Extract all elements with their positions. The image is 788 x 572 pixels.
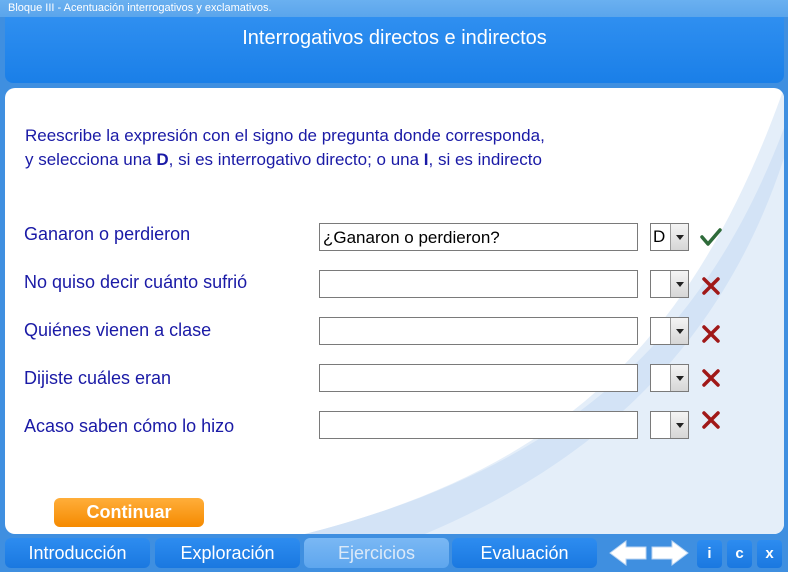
instructions-text: y selecciona una (25, 150, 157, 169)
answer-input[interactable] (319, 223, 638, 251)
chevron-down-icon[interactable] (670, 365, 688, 391)
letter-d: D (156, 150, 169, 169)
instructions-line-2: y selecciona una D, si es interrogativo … (25, 148, 545, 172)
info-button[interactable]: i (697, 540, 722, 568)
instructions: Reescribe la expresión con el signo de p… (25, 124, 545, 172)
answer-input[interactable] (319, 364, 638, 392)
x-mark-icon (702, 277, 720, 295)
row-label: No quiso decir cuánto sufrió (24, 272, 248, 292)
instructions-line-1: Reescribe la expresión con el signo de p… (25, 126, 545, 145)
row-label: Quiénes vienen a clase (24, 320, 212, 340)
tab-exploracion[interactable]: Exploración (155, 538, 300, 568)
type-select[interactable] (650, 317, 689, 345)
x-mark-icon (702, 325, 720, 343)
tab-introduccion[interactable]: Introducción (5, 538, 150, 568)
tab-evaluacion[interactable]: Evaluación (452, 538, 597, 568)
x-mark-icon (702, 369, 720, 387)
type-select-value: D (653, 227, 666, 246)
title-bar: Interrogativos directos e indirectos (5, 17, 784, 83)
arrow-right-icon[interactable] (650, 539, 690, 567)
page-title: Interrogativos directos e indirectos (242, 27, 547, 49)
bottom-nav: Introducción Exploración Ejercicios Eval… (0, 534, 788, 572)
tab-ejercicios[interactable]: Ejercicios (304, 538, 449, 568)
checkmark-icon (700, 228, 722, 246)
answer-input[interactable] (319, 270, 638, 298)
instructions-text: , si es indirecto (428, 150, 542, 169)
type-select[interactable]: D (650, 223, 689, 251)
arrow-left-icon[interactable] (608, 539, 648, 567)
exercise-panel: Reescribe la expresión con el signo de p… (5, 88, 784, 534)
row-label: Ganaron o perdieron (24, 224, 191, 244)
credits-button[interactable]: c (727, 540, 752, 568)
chevron-down-icon[interactable] (670, 224, 688, 250)
chevron-down-icon[interactable] (670, 318, 688, 344)
chevron-down-icon[interactable] (670, 271, 688, 297)
close-button[interactable]: x (757, 540, 782, 568)
x-mark-icon (702, 411, 720, 429)
type-select[interactable] (650, 364, 689, 392)
answer-input[interactable] (319, 317, 638, 345)
type-select[interactable] (650, 270, 689, 298)
answer-input[interactable] (319, 411, 638, 439)
type-select[interactable] (650, 411, 689, 439)
top-strip: Bloque III - Acentuación interrogativos … (0, 0, 788, 17)
row-label: Acaso saben cómo lo hizo (24, 416, 235, 436)
breadcrumb: Bloque III - Acentuación interrogativos … (8, 2, 272, 14)
instructions-text: , si es interrogativo directo; o una (168, 150, 424, 169)
chevron-down-icon[interactable] (670, 412, 688, 438)
row-label: Dijiste cuáles eran (24, 368, 172, 388)
continue-button[interactable]: Continuar (54, 498, 204, 527)
